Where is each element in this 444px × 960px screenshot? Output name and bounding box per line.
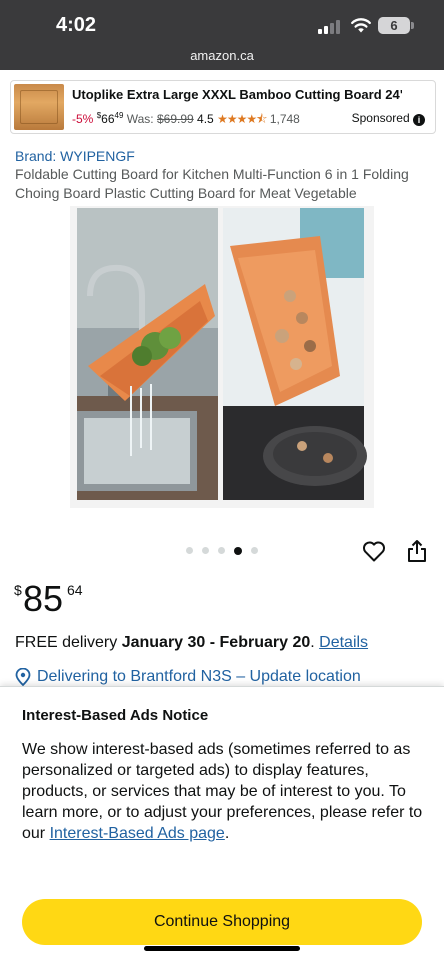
share-icon[interactable] xyxy=(406,539,428,563)
info-icon[interactable]: i xyxy=(413,114,425,126)
was-label: Was: xyxy=(126,112,154,126)
sponsored-product-title[interactable]: Utoplike Extra Large XXXL Bamboo Cutting… xyxy=(72,87,402,102)
notice-title: Interest-Based Ads Notice xyxy=(22,707,209,724)
sponsored-label[interactable]: Sponsored i xyxy=(352,111,425,126)
product-photo-illustration xyxy=(77,208,367,500)
home-indicator[interactable] xyxy=(144,946,300,951)
status-time: 4:02 xyxy=(56,14,97,36)
wishlist-heart-icon[interactable] xyxy=(362,540,386,562)
delivery-dates: January 30 - February 20 xyxy=(121,634,311,651)
rating-value: 4.5 xyxy=(197,112,214,126)
sponsored-product-banner[interactable]: Utoplike Extra Large XXXL Bamboo Cutting… xyxy=(10,80,436,134)
price-currency: $ xyxy=(14,582,22,598)
carousel-dot[interactable] xyxy=(202,547,209,554)
carousel-dot-active[interactable] xyxy=(234,546,242,555)
continue-shopping-button[interactable]: Continue Shopping xyxy=(22,899,422,945)
interest-based-ads-notice: Interest-Based Ads Notice We show intere… xyxy=(0,686,444,960)
sponsored-price: $6649 xyxy=(96,111,124,126)
product-image[interactable] xyxy=(70,206,374,508)
delivery-info: FREE delivery January 30 - February 20. … xyxy=(15,634,369,651)
battery-terminal xyxy=(411,22,414,29)
sponsored-price-row: -5% $6649 Was: $69.99 4.5 ★★★★⯪ 1,748 xyxy=(72,110,300,131)
interest-based-ads-link[interactable]: Interest-Based Ads page xyxy=(50,825,225,842)
discount-badge: -5% xyxy=(72,112,94,126)
sponsored-product-thumbnail[interactable] xyxy=(14,84,64,130)
battery-indicator: 6 xyxy=(378,17,410,34)
carousel-dot[interactable] xyxy=(251,547,258,554)
review-count: 1,748 xyxy=(269,112,300,126)
update-location-link[interactable]: Delivering to Brantford N3S – Update loc… xyxy=(37,668,361,686)
notice-body: We show interest-based ads (sometimes re… xyxy=(22,741,423,842)
was-price: $69.99 xyxy=(156,112,194,126)
delivery-details-link[interactable]: Details xyxy=(319,634,368,651)
carousel-dot[interactable] xyxy=(218,547,225,554)
product-title: Foldable Cutting Board for Kitchen Multi… xyxy=(15,166,409,201)
wifi-icon xyxy=(351,18,371,33)
brand-link[interactable]: Brand: WYIPENGF xyxy=(15,148,135,164)
carousel-dot[interactable] xyxy=(186,547,193,554)
cellular-signal-icon xyxy=(318,20,344,34)
price-whole: 85 xyxy=(23,578,64,619)
browser-top-bar: 4:02 6 amazon.ca xyxy=(0,0,444,70)
star-rating-icon: ★★★★⯪ xyxy=(217,112,267,126)
address-bar-url[interactable]: amazon.ca xyxy=(0,48,444,63)
price-fraction: 64 xyxy=(67,582,83,598)
location-pin-icon xyxy=(15,668,31,686)
